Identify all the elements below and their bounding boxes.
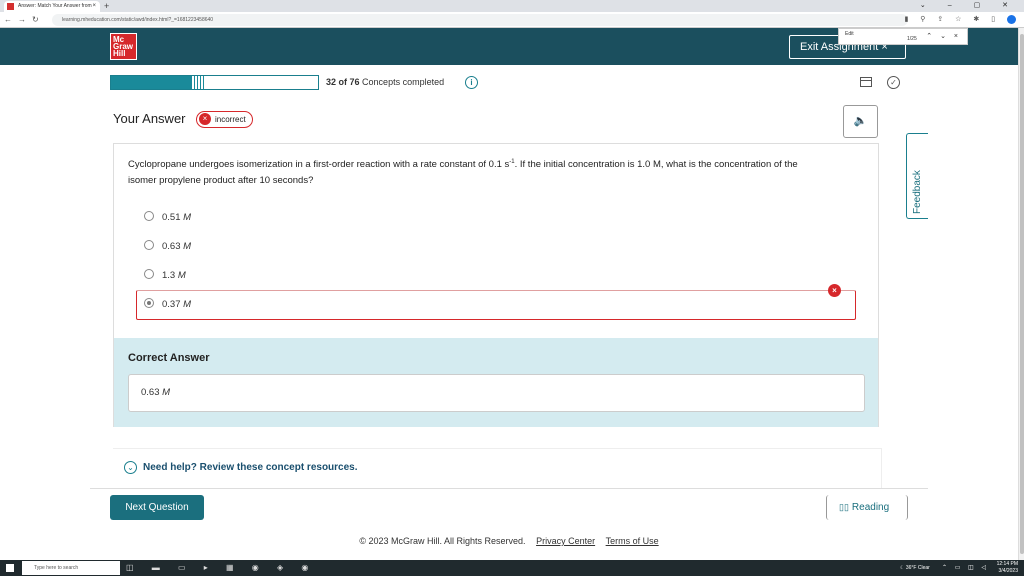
- browser-tab-bar: Answer: Match Your Answer from × + ⌄ – ▢…: [0, 0, 1024, 12]
- clock-date: 3/4/2023: [998, 568, 1018, 574]
- correct-answer-section: Correct Answer 0.63 M: [114, 338, 878, 427]
- clock[interactable]: 12:14 PM 3/4/2023: [997, 561, 1018, 575]
- your-answer-title: Your Answer: [113, 111, 186, 126]
- reading-label: Reading: [851, 502, 890, 513]
- concept-progress-bar: [110, 75, 319, 90]
- feedback-tab[interactable]: Feedback: [906, 133, 928, 219]
- progress-text: 32 of 76 Concepts completed: [326, 77, 444, 87]
- find-popup: Edit 1/25 ⌃ ⌄ ×: [838, 28, 968, 45]
- tab-title: Answer: Match Your Answer from: [18, 3, 92, 9]
- option-unit: M: [183, 241, 192, 252]
- read-aloud-button[interactable]: 🔈: [843, 105, 878, 138]
- radio-button[interactable]: [144, 240, 154, 251]
- correct-answer-title: Correct Answer: [128, 352, 210, 364]
- browser-tab[interactable]: Answer: Match Your Answer from ×: [4, 1, 100, 12]
- page-footer: © 2023 McGraw Hill. All Rights Reserved.…: [0, 536, 1018, 546]
- check-circle-icon[interactable]: ✓: [887, 76, 900, 89]
- back-icon[interactable]: ←: [4, 15, 18, 24]
- selected-answer-box: [136, 290, 856, 320]
- taskbar-app-icons[interactable]: ◫ ▬ ▭ ▸ ▦ ◉ ◈ ◉: [126, 560, 316, 576]
- weather-widget[interactable]: ☾ 36°F Clear: [900, 560, 930, 576]
- forward-icon[interactable]: →: [18, 15, 32, 24]
- tab-close-icon[interactable]: ×: [92, 1, 96, 12]
- reading-button[interactable]: ▯▯ Reading: [826, 495, 908, 520]
- answer-option[interactable]: 1.3 M: [144, 269, 186, 281]
- window-controls[interactable]: ⌄ – ▢ ✕: [920, 0, 1018, 12]
- correct-answer-box: 0.63 M: [128, 374, 865, 412]
- progress-count: 32 of 76: [326, 77, 360, 87]
- option-value: 0.63: [162, 241, 181, 252]
- app-header: Mc Graw Hill Exit Assignment × Edit 1/25…: [0, 28, 1018, 65]
- feedback-label: Feedback: [912, 170, 923, 214]
- mcgraw-hill-favicon-icon: [7, 3, 14, 10]
- option-unit: M: [177, 270, 186, 281]
- progress-label: Concepts completed: [362, 77, 445, 87]
- radio-button[interactable]: [144, 269, 154, 280]
- option-unit: M: [183, 299, 192, 310]
- radio-button-selected[interactable]: [144, 298, 154, 309]
- answer-option[interactable]: 0.51 M: [144, 211, 192, 223]
- extension-icons: ▮ ⚲ ⇪ ☆ ✱ ▯: [904, 12, 1016, 28]
- find-popup-count: 1/25: [907, 36, 917, 42]
- calendar-icon[interactable]: [860, 77, 872, 87]
- find-popup-key: Edit: [845, 31, 854, 37]
- privacy-center-link[interactable]: Privacy Center: [536, 536, 595, 546]
- bottom-action-bar: Next Question ▯▯ Reading: [90, 488, 928, 526]
- status-text: incorrect: [215, 115, 246, 124]
- extension-icon-group[interactable]: ▮ ⚲ ⇪ ☆ ✱ ▯: [904, 16, 1000, 23]
- scrollbar-thumb[interactable]: [1020, 34, 1024, 554]
- copyright-text: © 2023 McGraw Hill. All Rights Reserved.: [359, 536, 526, 546]
- mcgraw-hill-logo: Mc Graw Hill: [110, 33, 137, 60]
- question-card: Cyclopropane undergoes isomerization in …: [113, 143, 879, 427]
- clock-time: 12:14 PM: [996, 561, 1018, 567]
- wrong-answer-icon: ×: [828, 284, 841, 297]
- concept-resources-panel: ⌄ Need help? Review these concept resour…: [113, 448, 882, 488]
- option-unit: M: [183, 212, 192, 223]
- chevron-down-icon[interactable]: ⌄: [124, 461, 137, 474]
- answer-option[interactable]: 0.63 M: [144, 240, 192, 252]
- book-icon: ▯▯: [839, 502, 849, 512]
- radio-button[interactable]: [144, 211, 154, 222]
- speaker-icon: 🔈: [853, 115, 868, 127]
- status-badge: × incorrect: [196, 111, 253, 128]
- answer-option-selected[interactable]: 0.37 M: [144, 298, 192, 310]
- progress-fill: [111, 76, 205, 89]
- windows-start-icon[interactable]: [6, 564, 14, 572]
- logo-line: Hill: [113, 49, 126, 58]
- info-icon[interactable]: i: [465, 76, 478, 89]
- incorrect-icon: ×: [199, 113, 211, 125]
- question-text-part: Cyclopropane undergoes isomerization in …: [128, 159, 510, 171]
- next-question-button[interactable]: Next Question: [110, 495, 204, 520]
- option-value: 0.37: [162, 299, 181, 310]
- url-field[interactable]: learning.mheducation.com/static/awd/inde…: [52, 14, 908, 26]
- new-tab-button[interactable]: +: [104, 1, 109, 11]
- profile-avatar[interactable]: [1007, 14, 1016, 24]
- option-value: 0.51: [162, 212, 181, 223]
- system-tray-icons[interactable]: ⌃ ▭ ◫ ◁: [942, 560, 989, 576]
- page-scrollbar[interactable]: [1018, 28, 1024, 560]
- nav-buttons: ←→↻: [4, 12, 45, 28]
- option-value: 1.3: [162, 270, 176, 281]
- correct-answer-value: 0.63: [141, 387, 160, 398]
- windows-taskbar: Type here to search ◫ ▬ ▭ ▸ ▦ ◉ ◈ ◉ ☾ 36…: [0, 560, 1024, 576]
- question-text: Cyclopropane undergoes isomerization in …: [128, 154, 818, 189]
- address-bar-row: ←→↻ learning.mheducation.com/static/awd/…: [0, 12, 1024, 28]
- correct-answer-unit: M: [162, 387, 171, 398]
- reload-icon[interactable]: ↻: [32, 15, 45, 24]
- need-help-link[interactable]: Need help? Review these concept resource…: [143, 462, 358, 473]
- terms-of-use-link[interactable]: Terms of Use: [606, 536, 659, 546]
- taskbar-search-input[interactable]: Type here to search: [22, 561, 120, 575]
- find-popup-controls[interactable]: ⌃ ⌄ ×: [926, 32, 961, 40]
